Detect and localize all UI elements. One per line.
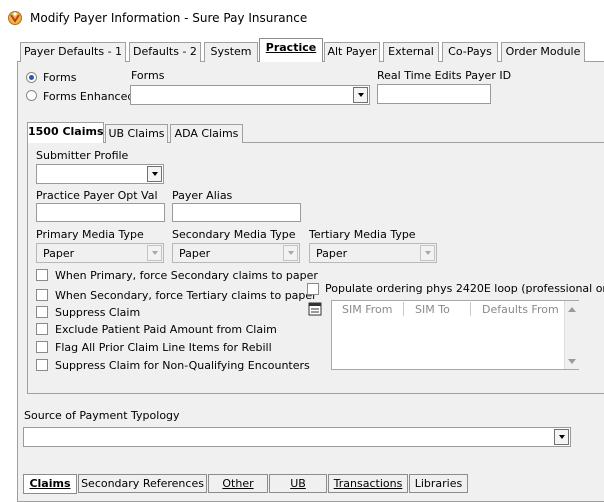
- real-time-edits-payer-id-input[interactable]: [377, 84, 491, 104]
- tab-co-pays[interactable]: Co-Pays: [442, 42, 498, 62]
- populate-ordering-phys-checkbox[interactable]: [307, 283, 319, 295]
- primary-media-type-dropdown[interactable]: Paper: [36, 243, 164, 263]
- chevron-down-icon[interactable]: [283, 245, 298, 261]
- chevron-down-icon[interactable]: [353, 87, 368, 103]
- secondary-media-type-label: Secondary Media Type: [172, 228, 296, 241]
- tab-secondary-references[interactable]: Secondary References: [78, 474, 207, 493]
- submitter-profile-label: Submitter Profile: [36, 149, 129, 162]
- scroll-up-icon[interactable]: [568, 306, 576, 312]
- real-time-edits-label: Real Time Edits Payer ID: [377, 69, 512, 82]
- column-divider: [470, 302, 471, 316]
- list-grid-icon[interactable]: [307, 301, 323, 317]
- suppress-claim-checkbox[interactable]: [36, 306, 48, 318]
- practice-payer-opt-val-label: Practice Payer Opt Val: [36, 189, 158, 202]
- chevron-down-icon[interactable]: [554, 429, 569, 445]
- submitter-profile-dropdown[interactable]: [36, 164, 164, 184]
- tab-alt-payer[interactable]: Alt Payer: [324, 42, 380, 62]
- suppress-non-qualifying-checkbox[interactable]: [36, 359, 48, 371]
- tab-defaults-2[interactable]: Defaults - 2: [129, 42, 201, 62]
- exclude-patient-paid-checkbox[interactable]: [36, 323, 48, 335]
- column-header-sim-from[interactable]: SIM From: [342, 302, 392, 318]
- tab-claims[interactable]: Claims: [23, 474, 77, 494]
- forms-enhanced-radio-label: Forms Enhanced: [43, 90, 135, 103]
- column-header-defaults-from[interactable]: Defaults From: [482, 302, 559, 318]
- vertical-scrollbar[interactable]: [564, 301, 579, 369]
- exclude-patient-paid-label: Exclude Patient Paid Amount from Claim: [55, 323, 277, 336]
- suppress-non-qualifying-label: Suppress Claim for Non-Qualifying Encoun…: [55, 359, 310, 372]
- suppress-claim-label: Suppress Claim: [55, 306, 141, 319]
- force-tertiary-paper-label: When Secondary, force Tertiary claims to…: [55, 289, 317, 302]
- forms-dropdown[interactable]: [130, 85, 370, 105]
- chevron-down-icon[interactable]: [420, 245, 435, 261]
- title-bar: Modify Payer Information - Sure Pay Insu…: [0, 0, 604, 36]
- tertiary-media-type-label: Tertiary Media Type: [309, 228, 416, 241]
- tab-1500-claims[interactable]: 1500 Claims: [27, 122, 104, 143]
- column-divider: [403, 302, 404, 316]
- forms-radio-label: Forms: [43, 71, 77, 84]
- payer-alias-label: Payer Alias: [172, 189, 233, 202]
- flag-prior-claim-lines-label: Flag All Prior Claim Line Items for Rebi…: [55, 341, 272, 354]
- window-title: Modify Payer Information - Sure Pay Insu…: [30, 11, 308, 25]
- source-of-payment-label: Source of Payment Typology: [24, 409, 180, 422]
- column-header-sim-to[interactable]: SIM To: [415, 302, 450, 318]
- tab-practice[interactable]: Practice: [259, 38, 323, 62]
- force-tertiary-paper-checkbox[interactable]: [36, 289, 48, 301]
- forms-radio[interactable]: [26, 72, 37, 83]
- source-of-payment-dropdown[interactable]: [23, 427, 571, 447]
- populate-ordering-phys-label: Populate ordering phys 2420E loop (profe…: [325, 282, 604, 295]
- chevron-down-icon[interactable]: [147, 166, 162, 182]
- primary-media-type-label: Primary Media Type: [36, 228, 144, 241]
- force-secondary-paper-checkbox[interactable]: [36, 269, 48, 281]
- chevron-down-icon[interactable]: [147, 245, 162, 261]
- tab-system[interactable]: System: [204, 42, 258, 62]
- tab-ada-claims[interactable]: ADA Claims: [170, 124, 243, 143]
- payer-alias-input[interactable]: [172, 203, 301, 222]
- app-logo-icon: [8, 11, 22, 25]
- tab-transactions[interactable]: Transactions: [328, 474, 408, 493]
- tab-payer-defaults-1[interactable]: Payer Defaults - 1: [20, 42, 126, 62]
- secondary-media-type-dropdown[interactable]: Paper: [172, 243, 300, 263]
- tab-libraries[interactable]: Libraries: [409, 474, 468, 493]
- force-secondary-paper-label: When Primary, force Secondary claims to …: [55, 269, 318, 282]
- tab-order-module[interactable]: Order Module: [501, 42, 585, 62]
- practice-payer-opt-val-input[interactable]: [36, 203, 165, 222]
- tab-external[interactable]: External: [383, 42, 439, 62]
- tab-ub[interactable]: UB: [269, 474, 327, 493]
- forms-label: Forms: [131, 69, 165, 82]
- tab-ub-claims[interactable]: UB Claims: [105, 124, 168, 143]
- tertiary-media-type-dropdown[interactable]: Paper: [309, 243, 437, 263]
- flag-prior-claim-lines-checkbox[interactable]: [36, 341, 48, 353]
- forms-enhanced-radio[interactable]: [26, 90, 37, 101]
- scroll-down-icon[interactable]: [568, 359, 576, 365]
- tab-other[interactable]: Other: [208, 474, 268, 493]
